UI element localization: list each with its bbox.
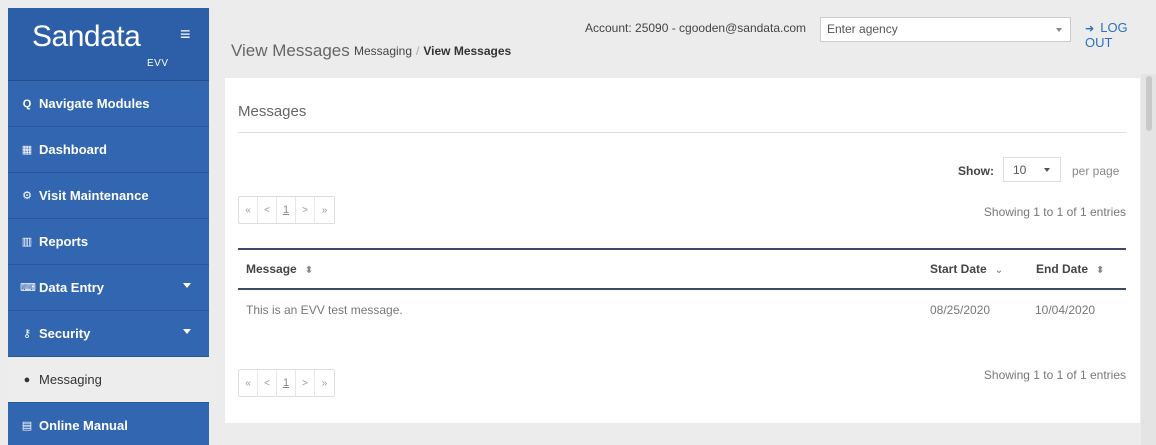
- top-header: View Messages Messaging / View Messages Ac…: [209, 8, 1156, 74]
- column-header-start-date[interactable]: Start Date ⌄: [930, 262, 1003, 276]
- sidebar: Sandata EVV ≡ Q Navigate Modules ▦ Dashb…: [8, 8, 209, 445]
- sidebar-item-label: Data Entry: [39, 280, 105, 295]
- key-icon: ⚷: [22, 328, 32, 340]
- per-page-label: per page: [1072, 164, 1120, 178]
- sort-desc-icon: ⌄: [994, 265, 1004, 276]
- keyboard-icon: ⌨: [20, 282, 36, 294]
- page-scrollbar[interactable]: [1141, 74, 1156, 445]
- prev-page-button[interactable]: <: [258, 370, 277, 396]
- agency-select[interactable]: Enter agency: [820, 17, 1071, 42]
- sidebar-item-dashboard[interactable]: ▦ Dashboard: [8, 127, 209, 173]
- breadcrumb-current: View Messages: [423, 44, 512, 58]
- sort-icon: ⬍: [1096, 265, 1105, 276]
- sandata-logo[interactable]: Sandata: [32, 20, 141, 54]
- sort-icon: ⬍: [304, 265, 314, 276]
- account-info: Account: 25090 - cgooden@sandata.com: [585, 21, 806, 35]
- gears-icon: ⚙: [22, 190, 32, 202]
- sidebar-item-label: Navigate Modules: [39, 96, 150, 111]
- messages-panel: Messages Show: 10 per page « < 1 > » Sho…: [225, 78, 1140, 423]
- breadcrumb-separator: /: [416, 44, 420, 58]
- column-header-label: Message: [246, 262, 297, 276]
- last-page-button[interactable]: »: [315, 197, 334, 223]
- sidebar-item-reports[interactable]: ▥ Reports: [8, 219, 209, 265]
- sidebar-item-visit-maintenance[interactable]: ⚙ Visit Maintenance: [8, 173, 209, 219]
- column-header-message[interactable]: Message ⬍: [246, 262, 313, 276]
- pagination-top: « < 1 > »: [238, 196, 335, 224]
- next-page-button[interactable]: >: [296, 370, 315, 396]
- caret-down-icon: [183, 283, 191, 288]
- table-header-rule: [238, 248, 1126, 250]
- table-cell-message: This is an EVV test message.: [246, 303, 403, 317]
- first-page-button[interactable]: «: [239, 370, 258, 396]
- column-header-label: End Date: [1036, 262, 1089, 276]
- table-header-rule: [238, 288, 1126, 290]
- comments-icon: ●: [23, 373, 31, 386]
- agency-placeholder: Enter agency: [827, 22, 898, 36]
- breadcrumb: Messaging / View Messages: [354, 44, 511, 58]
- sidebar-item-label: Dashboard: [39, 142, 107, 157]
- caret-down-icon: [1044, 168, 1050, 172]
- sidebar-item-security[interactable]: ⚷ Security: [8, 311, 209, 357]
- chevron-down-icon: [1056, 28, 1062, 32]
- sidebar-item-label: Security: [39, 326, 91, 341]
- last-page-button[interactable]: »: [315, 370, 334, 396]
- sidebar-item-label: Messaging: [39, 372, 102, 387]
- show-label: Show:: [958, 164, 994, 178]
- page-1-button[interactable]: 1: [277, 370, 296, 396]
- sidebar-item-data-entry[interactable]: ⌨ Data Entry: [8, 265, 209, 311]
- page-1-button[interactable]: 1: [277, 197, 296, 223]
- brand-header: Sandata EVV ≡: [8, 8, 209, 81]
- sidebar-item-label: Reports: [39, 234, 89, 249]
- pagination-bottom: « < 1 > »: [238, 369, 335, 397]
- sidebar-item-online-manual[interactable]: ▤ Online Manual: [8, 403, 209, 445]
- page-size-value: 10: [1013, 163, 1027, 177]
- table-cell-end-date: 10/04/2020: [1035, 303, 1096, 317]
- page-size-select[interactable]: 10: [1003, 157, 1061, 182]
- logout-button[interactable]: ➜ LOG OUT: [1085, 20, 1156, 50]
- caret-down-icon: [183, 329, 191, 334]
- sign-out-icon: ➜: [1085, 23, 1095, 35]
- sidebar-item-navigate-modules[interactable]: Q Navigate Modules: [8, 81, 209, 127]
- scrollbar-thumb[interactable]: [1146, 76, 1152, 131]
- panel-title: Messages: [238, 103, 307, 120]
- column-header-end-date[interactable]: End Date ⬍: [1036, 262, 1104, 276]
- column-header-label: Start Date: [930, 262, 987, 276]
- entries-info: Showing 1 to 1 of 1 entries: [983, 368, 1126, 382]
- divider: [238, 132, 1126, 133]
- breadcrumb-parent[interactable]: Messaging: [354, 44, 412, 58]
- logo-subtitle: EVV: [147, 58, 169, 69]
- sidebar-item-label: Online Manual: [39, 418, 128, 433]
- search-icon: Q: [22, 97, 32, 110]
- dashboard-icon: ▦: [21, 144, 33, 156]
- next-page-button[interactable]: >: [296, 197, 315, 223]
- page-title: View Messages: [231, 41, 350, 60]
- sidebar-item-messaging[interactable]: ● Messaging: [8, 357, 209, 403]
- prev-page-button[interactable]: <: [258, 197, 277, 223]
- bar-chart-icon: ▥: [21, 236, 33, 248]
- first-page-button[interactable]: «: [239, 197, 258, 223]
- manual-icon: ▤: [21, 420, 33, 432]
- hamburger-icon[interactable]: ≡: [180, 24, 191, 45]
- sidebar-item-label: Visit Maintenance: [39, 188, 149, 203]
- table-cell-start-date: 08/25/2020: [930, 303, 991, 317]
- entries-info: Showing 1 to 1 of 1 entries: [983, 205, 1126, 219]
